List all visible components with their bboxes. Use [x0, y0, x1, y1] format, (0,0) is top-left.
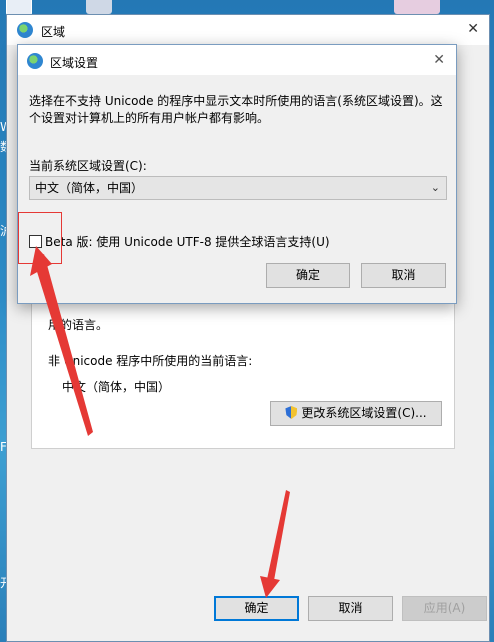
uac-shield-icon [285, 406, 298, 419]
region-window-title: 区域 [41, 25, 66, 39]
partial-description: 用的语言。 [48, 318, 109, 332]
close-icon[interactable]: ✕ [433, 52, 445, 68]
dialog-description: 选择在不支持 Unicode 的程序中显示文本时所使用的语言(系统区域设置)。这… [29, 94, 443, 125]
dialog-ok-button[interactable]: 确定 [266, 263, 350, 288]
annotation-highlight-box [18, 212, 62, 264]
change-system-locale-label: 更改系统区域设置(C)... [301, 406, 427, 420]
region-window-titlebar[interactable]: 区域 ✕ [7, 15, 489, 45]
system-locale-label: 当前系统区域设置(C): [29, 159, 147, 173]
change-system-locale-button[interactable]: 更改系统区域设置(C)... [270, 401, 442, 426]
chevron-down-icon: ⌄ [430, 181, 440, 194]
region-settings-title: 区域设置 [50, 56, 99, 70]
apply-button[interactable]: 应用(A) [402, 596, 487, 621]
dialog-cancel-button[interactable]: 取消 [361, 263, 446, 288]
close-icon[interactable]: ✕ [467, 21, 479, 37]
cancel-button[interactable]: 取消 [308, 596, 393, 621]
system-locale-value: 中文（简体，中国） [35, 181, 144, 195]
system-locale-select[interactable]: 中文（简体，中国） ⌄ [29, 176, 447, 200]
region-settings-dialog: 区域设置 ✕ 选择在不支持 Unicode 的程序中显示文本时所使用的语言(系统… [17, 44, 457, 304]
globe-icon [17, 22, 33, 38]
region-settings-titlebar[interactable]: 区域设置 ✕ [18, 45, 456, 75]
globe-icon [27, 53, 43, 69]
desktop-folder-icon[interactable] [394, 0, 440, 14]
ok-button[interactable]: 确定 [214, 596, 299, 621]
desktop-shortcut-icon[interactable] [86, 0, 112, 14]
non-unicode-label: 非 Unicode 程序中所使用的当前语言: [48, 354, 253, 368]
beta-utf8-label[interactable]: Beta 版: 使用 Unicode UTF-8 提供全球语言支持(U) [45, 233, 330, 250]
administrative-tab-panel: 用的语言。 非 Unicode 程序中所使用的当前语言: 中文（简体，中国） 更… [31, 301, 455, 449]
current-language-value: 中文（简体，中国） [62, 380, 171, 394]
